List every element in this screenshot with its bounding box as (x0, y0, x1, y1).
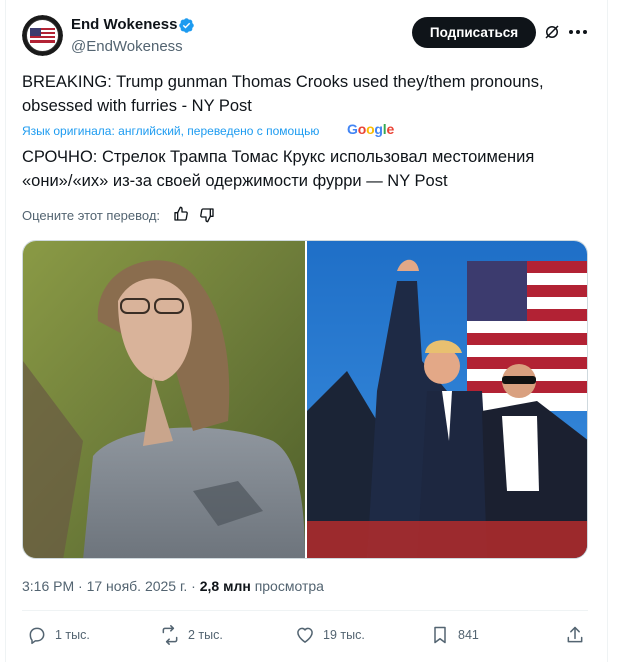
frame-border-right (607, 0, 608, 662)
reply-button[interactable]: 1 тыс. (27, 624, 90, 646)
bookmark-button[interactable]: 841 (430, 624, 479, 646)
subscribe-button[interactable]: Подписаться (412, 17, 536, 48)
views-count: 2,8 млн (199, 578, 251, 594)
tweet-media[interactable] (22, 240, 588, 559)
rate-translation-label: Оцените этот перевод: (22, 208, 161, 223)
reply-icon (29, 627, 45, 645)
author-handle[interactable]: @EndWokeness (71, 37, 183, 57)
thumb-down-icon[interactable] (199, 207, 215, 223)
repost-icon (162, 625, 178, 645)
tweet-timestamp[interactable]: 3:16 PM · 17 нояб. 2025 г. · 2,8 млн про… (22, 577, 324, 595)
google-logo: Google (347, 121, 395, 137)
like-button[interactable]: 19 тыс. (295, 624, 365, 646)
bookmark-icon (434, 626, 446, 644)
verified-icon (178, 17, 195, 34)
tweet-date: 17 нояб. 2025 г. (86, 578, 188, 594)
translation-note[interactable]: Язык оригинала: английский, переведено с… (22, 123, 319, 139)
separator-dot: · (191, 578, 200, 594)
tweet-time: 3:16 PM (22, 578, 75, 594)
author-display-name[interactable]: End Wokeness (71, 15, 177, 35)
avatar[interactable] (22, 15, 63, 56)
like-icon (297, 627, 313, 643)
separator-dot: · (78, 578, 87, 594)
like-count: 19 тыс. (323, 628, 365, 642)
more-icon[interactable] (568, 23, 588, 41)
views-label: просмотра (254, 578, 324, 594)
tweet-translated-text: СРОЧНО: Стрелок Трампа Томас Крукс испол… (22, 148, 535, 190)
media-photo-left[interactable] (23, 241, 305, 558)
grok-icon[interactable] (543, 23, 561, 41)
reply-count: 1 тыс. (55, 628, 90, 642)
share-button[interactable] (565, 624, 593, 646)
repost-button[interactable]: 2 тыс. (160, 624, 223, 646)
frame-border-left (5, 0, 6, 662)
thumb-up-icon[interactable] (173, 206, 189, 222)
media-photo-right[interactable] (307, 241, 587, 558)
share-icon (567, 626, 583, 643)
bookmark-count: 841 (458, 628, 479, 642)
divider (22, 610, 588, 611)
repost-count: 2 тыс. (188, 628, 223, 642)
tweet-original-text: BREAKING: Trump gunman Thomas Crooks use… (22, 73, 544, 115)
